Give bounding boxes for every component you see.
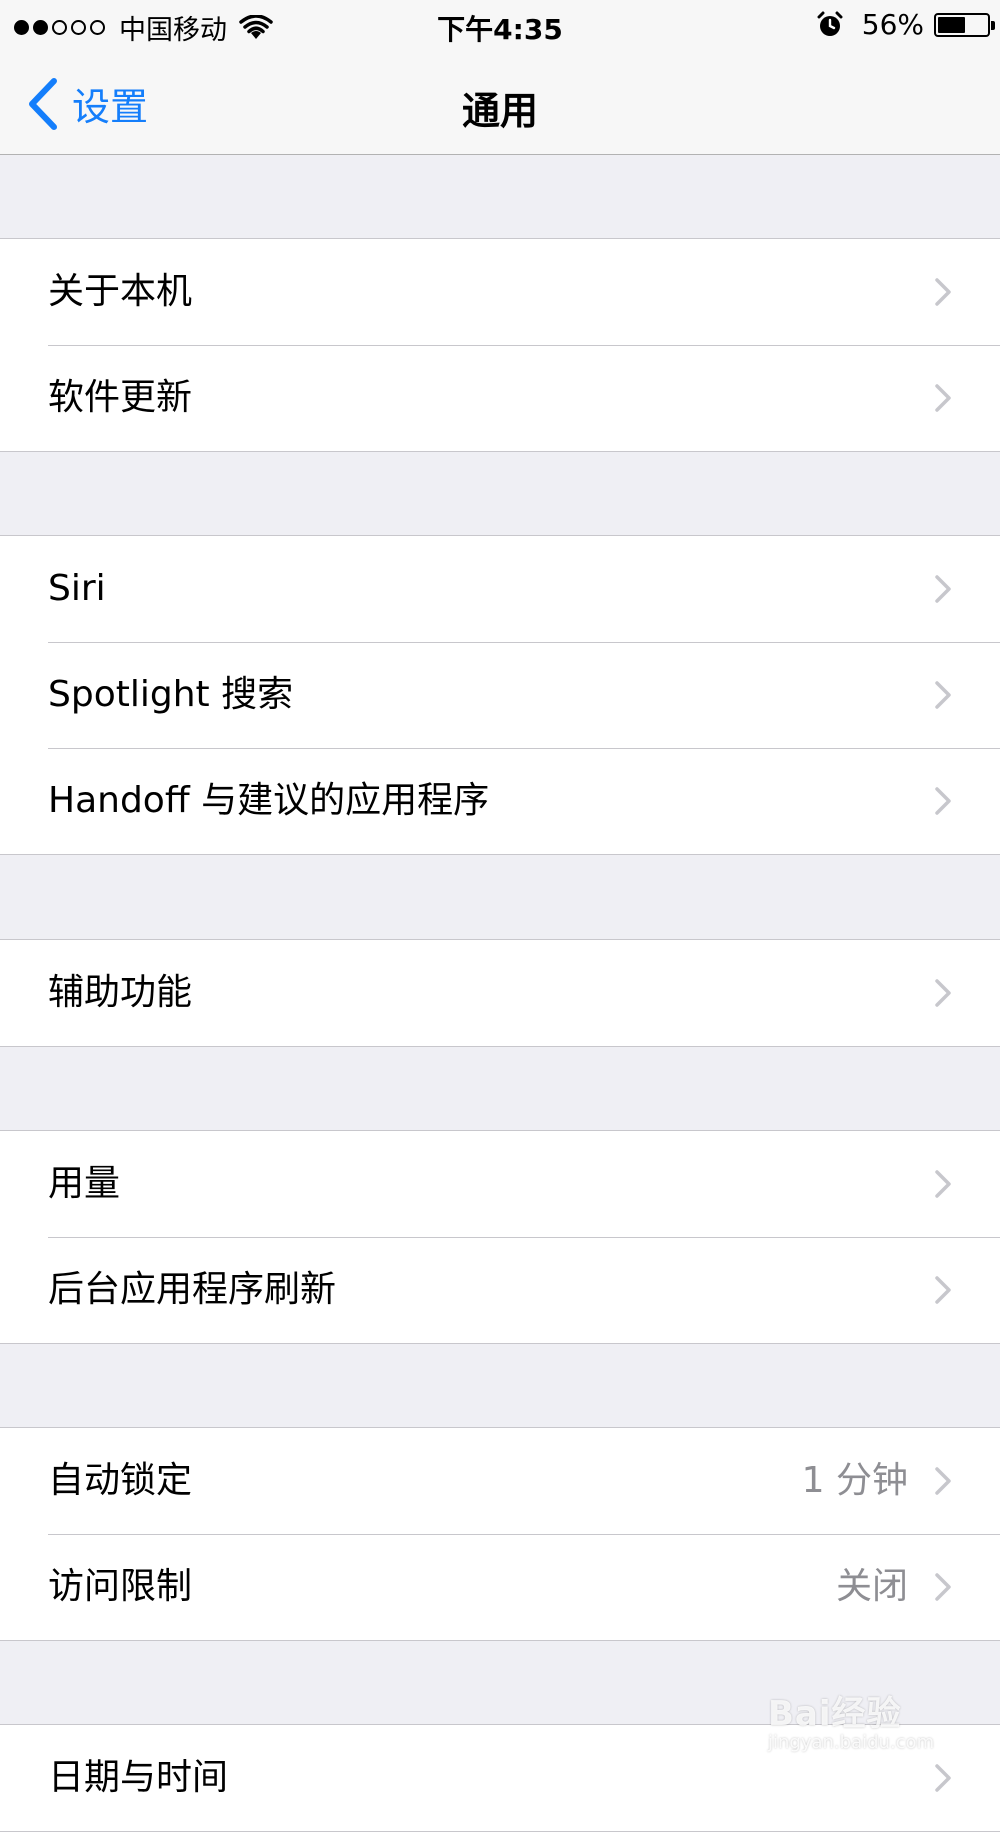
chevron-right-icon — [935, 1573, 951, 1601]
settings-row-siri[interactable]: Siri — [0, 536, 1000, 642]
battery-nub — [991, 20, 995, 30]
chevron-right-icon — [935, 1276, 951, 1304]
battery-fill — [938, 16, 965, 33]
row-label: Siri — [48, 568, 106, 609]
row-label: Handoff 与建议的应用程序 — [48, 780, 490, 821]
settings-group-lock: 自动锁定 1 分钟 访问限制 关闭 — [0, 1427, 1000, 1641]
settings-group-usage: 用量 后台应用程序刷新 — [0, 1130, 1000, 1344]
page-title: 通用 — [461, 89, 538, 133]
settings-row-handoff[interactable]: Handoff 与建议的应用程序 — [0, 748, 1000, 854]
row-label: 软件更新 — [48, 377, 193, 418]
settings-row-spotlight[interactable]: Spotlight 搜索 — [0, 642, 1000, 748]
settings-row-date-time[interactable]: 日期与时间 — [0, 1725, 1000, 1831]
row-label: 后台应用程序刷新 — [48, 1269, 337, 1310]
status-right: 56% — [816, 8, 995, 41]
row-label: 辅助功能 — [48, 972, 193, 1013]
row-label: 自动锁定 — [48, 1460, 193, 1501]
settings-row-about[interactable]: 关于本机 — [0, 239, 1000, 345]
status-bar: 中国移动 下午4:35 56% — [0, 0, 1000, 50]
chevron-right-icon — [935, 575, 951, 603]
chevron-right-icon — [935, 979, 951, 1007]
chevron-right-icon — [935, 1764, 951, 1792]
settings-row-background-refresh[interactable]: 后台应用程序刷新 — [0, 1237, 1000, 1343]
chevron-right-icon — [935, 681, 951, 709]
settings-row-restrictions[interactable]: 访问限制 关闭 — [0, 1534, 1000, 1640]
row-value: 关闭 — [835, 1566, 908, 1607]
settings-group-about: 关于本机 软件更新 — [0, 238, 1000, 452]
chevron-right-icon — [935, 787, 951, 815]
chevron-right-icon — [935, 1467, 951, 1495]
navigation-bar: 设置 通用 — [0, 50, 1000, 155]
settings-row-auto-lock[interactable]: 自动锁定 1 分钟 — [0, 1428, 1000, 1534]
settings-group-date: 日期与时间 — [0, 1724, 1000, 1832]
chevron-right-icon — [935, 1170, 951, 1198]
chevron-right-icon — [935, 278, 951, 306]
battery-percent: 56% — [861, 8, 924, 41]
settings-group-accessibility: 辅助功能 — [0, 939, 1000, 1047]
row-label: 用量 — [48, 1163, 121, 1204]
settings-row-software-update[interactable]: 软件更新 — [0, 345, 1000, 451]
row-label: 关于本机 — [48, 271, 193, 312]
row-label: 日期与时间 — [48, 1757, 229, 1798]
settings-row-usage[interactable]: 用量 — [0, 1131, 1000, 1237]
alarm-icon — [817, 11, 843, 36]
row-label: 访问限制 — [48, 1566, 193, 1607]
settings-row-accessibility[interactable]: 辅助功能 — [0, 940, 1000, 1046]
row-label: Spotlight 搜索 — [48, 674, 294, 715]
chevron-right-icon — [935, 384, 951, 412]
battery-icon — [934, 12, 995, 37]
row-value: 1 分钟 — [801, 1460, 908, 1501]
settings-group-search: Siri Spotlight 搜索 Handoff 与建议的应用程序 — [0, 535, 1000, 855]
